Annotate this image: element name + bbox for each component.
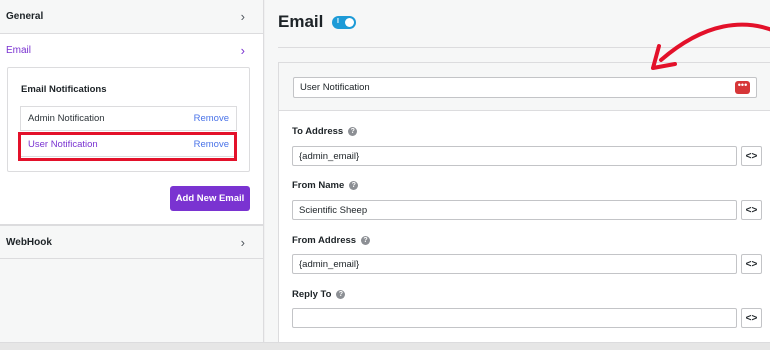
section-webhook[interactable]: WebHook › xyxy=(0,225,263,259)
notification-name: User Notification xyxy=(28,139,98,150)
smart-tag-button[interactable]: <> xyxy=(741,146,762,166)
help-icon[interactable]: ? xyxy=(349,181,359,190)
page-title: Email xyxy=(278,12,324,31)
reply-to-input[interactable] xyxy=(292,308,737,328)
to-address-input[interactable]: {admin_email} xyxy=(292,146,737,166)
section-webhook-label: WebHook xyxy=(6,236,52,248)
from-address-label: From Address ? xyxy=(292,235,371,246)
field-label-text: From Address xyxy=(292,235,357,246)
notification-item-admin[interactable]: Admin Notification Remove xyxy=(20,106,237,131)
toggle-knob xyxy=(345,18,354,27)
from-address-input[interactable]: {admin_email} xyxy=(292,254,737,274)
from-name-label: From Name ? xyxy=(292,180,359,191)
notification-name: Admin Notification xyxy=(28,113,105,124)
email-enable-toggle[interactable]: I xyxy=(332,16,356,29)
section-general[interactable]: General › xyxy=(0,0,263,34)
email-notifications-box: Email Notifications Admin Notification R… xyxy=(7,67,250,172)
more-options-icon[interactable]: ••• xyxy=(735,81,750,94)
toggle-on-mark: I xyxy=(337,18,339,25)
from-name-value: Scientific Sheep xyxy=(299,204,368,216)
section-email-header[interactable]: Email › xyxy=(0,34,263,66)
field-label-text: From Name xyxy=(292,180,345,191)
section-general-label: General xyxy=(6,11,44,22)
notifications-title: Email Notifications xyxy=(21,84,107,95)
chevron-right-icon: › xyxy=(240,234,245,250)
settings-sidebar: General › Email › Email Notifications Ad… xyxy=(0,0,264,350)
remove-link[interactable]: Remove xyxy=(194,113,229,124)
help-icon[interactable]: ? xyxy=(336,290,346,299)
smart-tag-button[interactable]: <> xyxy=(741,200,762,220)
bottom-bar xyxy=(0,342,770,350)
smart-tag-button[interactable]: <> xyxy=(741,254,762,274)
notification-card-header: User Notification ••• xyxy=(279,63,770,111)
section-email-label: Email xyxy=(6,44,32,56)
from-address-value: {admin_email} xyxy=(299,258,360,270)
notification-name-input[interactable]: User Notification ••• xyxy=(293,77,757,98)
help-icon[interactable]: ? xyxy=(348,127,358,136)
chevron-right-icon: › xyxy=(240,42,245,58)
notification-card: User Notification ••• To Address ? {admi… xyxy=(278,62,770,350)
from-name-input[interactable]: Scientific Sheep xyxy=(292,200,737,220)
field-label-text: To Address xyxy=(292,126,344,137)
smart-tag-button[interactable]: <> xyxy=(741,308,762,328)
to-address-value: {admin_email} xyxy=(299,150,360,162)
email-settings-main: Email I User Notification ••• To Address… xyxy=(265,0,770,350)
add-new-email-button[interactable]: Add New Email xyxy=(170,186,250,211)
reply-to-label: Reply To ? xyxy=(292,289,346,300)
to-address-label: To Address ? xyxy=(292,126,358,137)
divider xyxy=(278,47,770,48)
field-label-text: Reply To xyxy=(292,289,332,300)
notification-name-value: User Notification xyxy=(300,82,370,93)
remove-link[interactable]: Remove xyxy=(194,139,229,150)
help-icon[interactable]: ? xyxy=(361,236,371,245)
chevron-right-icon: › xyxy=(240,9,245,24)
notification-item-user[interactable]: User Notification Remove xyxy=(20,132,237,157)
